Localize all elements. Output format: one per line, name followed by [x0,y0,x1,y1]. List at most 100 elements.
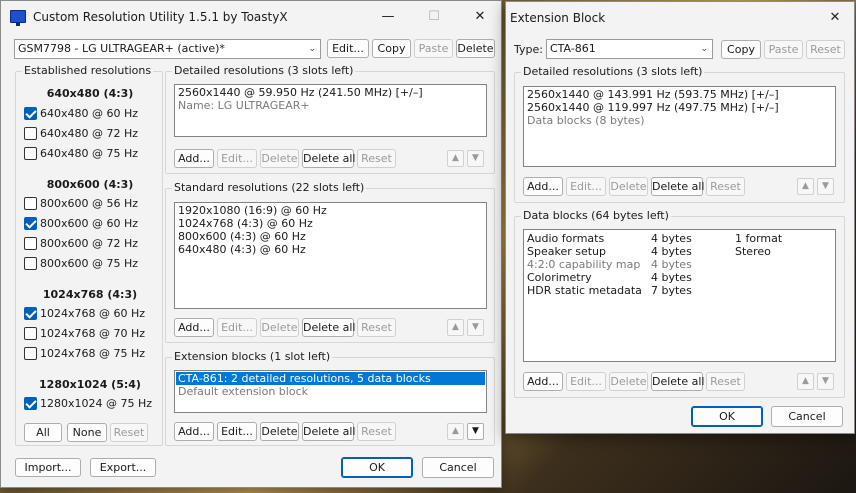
reset-button[interactable]: Reset [806,40,845,59]
reset-data-blocks-button[interactable]: Reset [706,372,745,391]
data-blocks-list[interactable]: Audio formats 4 bytes 1 format Speaker s… [523,229,836,362]
established-resolutions-group: Established resolutions 640x480 (4:3) 64… [15,64,163,446]
add-standard-button[interactable]: Add... [174,318,214,337]
delete-standard-button[interactable]: Delete [260,318,299,337]
paste-button[interactable]: Paste [414,39,453,58]
move-down-icon[interactable]: ▼ [817,178,834,195]
list-item[interactable]: 1024x768 (4:3) @ 60 Hz [178,217,483,230]
res-checkbox-1280x1024-75[interactable]: 1280x1024 @ 75 Hz [24,397,152,411]
reset-button[interactable]: Reset [110,423,148,442]
list-item[interactable]: Data blocks (8 bytes) [527,114,832,127]
delete-all-data-blocks-button[interactable]: Delete all [651,372,705,391]
close-button[interactable]: ✕ [812,2,856,34]
list-item[interactable]: 640x480 (4:3) @ 60 Hz [178,243,483,256]
ok-button[interactable]: OK [341,457,413,478]
checkbox-checked-icon [24,107,37,120]
move-down-icon[interactable]: ▼ [467,319,484,336]
move-down-icon[interactable]: ▼ [467,150,484,167]
checkbox-icon [24,327,37,340]
import-button[interactable]: Import... [15,458,81,477]
maximize-button[interactable]: ☐ [411,1,457,33]
delete-all-extension-button[interactable]: Delete all [302,422,356,441]
table-row[interactable]: Audio formats 4 bytes 1 format [527,232,827,245]
delete-all-ext-detailed-button[interactable]: Delete all [651,177,705,196]
type-select[interactable]: CTA-861 ⌄ [546,39,713,59]
detailed-resolutions-list[interactable]: 2560x1440 @ 59.950 Hz (241.50 MHz) [+/–]… [174,84,487,137]
res-checkbox-800x600-60[interactable]: 800x600 @ 60 Hz [24,217,138,231]
res-checkbox-640x480-60[interactable]: 640x480 @ 60 Hz [24,107,138,121]
res-checkbox-1024x768-75[interactable]: 1024x768 @ 75 Hz [24,347,145,361]
move-up-icon[interactable]: ▲ [447,423,464,440]
res-checkbox-640x480-72[interactable]: 640x480 @ 72 Hz [24,127,138,141]
monitor-select[interactable]: GSM7798 - LG ULTRAGEAR+ (active)* ⌄ [14,39,321,59]
res-group-header: 800x600 (4:3) [46,178,134,191]
main-window: Custom Resolution Utility 1.5.1 by Toast… [0,0,502,488]
main-titlebar[interactable]: Custom Resolution Utility 1.5.1 by Toast… [1,1,501,33]
cancel-button[interactable]: Cancel [422,457,494,478]
reset-ext-detailed-button[interactable]: Reset [706,177,745,196]
list-item[interactable]: Name: LG ULTRAGEAR+ [178,99,483,112]
reset-extension-button[interactable]: Reset [357,422,396,441]
edit-standard-button[interactable]: Edit... [217,318,257,337]
edit-monitor-button[interactable]: Edit... [327,39,369,58]
list-item-selected[interactable]: CTA-861: 2 detailed resolutions, 5 data … [176,372,485,385]
cancel-button[interactable]: Cancel [771,406,843,427]
ext-detailed-resolutions-list[interactable]: 2560x1440 @ 143.991 Hz (593.75 MHz) [+/–… [523,86,836,167]
none-button[interactable]: None [67,423,107,442]
copy-button[interactable]: Copy [721,40,761,59]
res-checkbox-800x600-56[interactable]: 800x600 @ 56 Hz [24,197,138,211]
res-checkbox-800x600-75[interactable]: 800x600 @ 75 Hz [24,257,138,271]
delete-all-detailed-button[interactable]: Delete all [302,149,356,168]
table-row[interactable]: HDR static metadata 7 bytes [527,284,827,297]
delete-data-block-button[interactable]: Delete [609,372,648,391]
type-label: Type: [514,43,543,56]
extension-blocks-list[interactable]: CTA-861: 2 detailed resolutions, 5 data … [174,370,487,413]
reset-standard-button[interactable]: Reset [357,318,396,337]
list-item[interactable]: 2560x1440 @ 143.991 Hz (593.75 MHz) [+/–… [527,88,832,101]
checkbox-icon [24,197,37,210]
add-ext-detailed-button[interactable]: Add... [523,177,563,196]
move-up-icon[interactable]: ▲ [447,319,464,336]
add-detailed-button[interactable]: Add... [174,149,214,168]
move-up-icon[interactable]: ▲ [797,373,814,390]
delete-detailed-button[interactable]: Delete [260,149,299,168]
move-up-icon[interactable]: ▲ [447,150,464,167]
copy-button[interactable]: Copy [372,39,411,58]
close-button[interactable]: ✕ [457,1,503,33]
list-item[interactable]: 800x600 (4:3) @ 60 Hz [178,230,483,243]
list-item[interactable]: 2560x1440 @ 119.997 Hz (497.75 MHz) [+/–… [527,101,832,114]
res-checkbox-1024x768-70[interactable]: 1024x768 @ 70 Hz [24,327,145,341]
edit-ext-detailed-button[interactable]: Edit... [566,177,606,196]
move-down-icon[interactable]: ▼ [467,423,484,440]
list-item[interactable]: 1920x1080 (16:9) @ 60 Hz [178,204,483,217]
list-item[interactable]: 2560x1440 @ 59.950 Hz (241.50 MHz) [+/–] [178,86,483,99]
add-data-block-button[interactable]: Add... [523,372,563,391]
checkbox-icon [24,147,37,160]
standard-resolutions-list[interactable]: 1920x1080 (16:9) @ 60 Hz 1024x768 (4:3) … [174,202,487,309]
ok-button[interactable]: OK [691,406,763,427]
export-button[interactable]: Export... [90,458,156,477]
delete-button[interactable]: Delete [456,39,495,58]
extension-titlebar[interactable]: Extension Block ✕ [506,2,854,34]
edit-data-block-button[interactable]: Edit... [566,372,606,391]
table-row[interactable]: Speaker setup 4 bytes Stereo [527,245,827,258]
table-row[interactable]: 4:2:0 capability map 4 bytes [527,258,827,271]
delete-extension-button[interactable]: Delete [260,422,299,441]
list-item[interactable]: Default extension block [178,385,483,398]
res-checkbox-1024x768-60[interactable]: 1024x768 @ 60 Hz [24,307,145,321]
all-button[interactable]: All [24,423,62,442]
reset-detailed-button[interactable]: Reset [357,149,396,168]
res-checkbox-640x480-75[interactable]: 640x480 @ 75 Hz [24,147,138,161]
add-extension-button[interactable]: Add... [174,422,214,441]
res-checkbox-800x600-72[interactable]: 800x600 @ 72 Hz [24,237,138,251]
checkbox-icon [24,127,37,140]
paste-button[interactable]: Paste [764,40,803,59]
move-up-icon[interactable]: ▲ [797,178,814,195]
delete-ext-detailed-button[interactable]: Delete [609,177,648,196]
delete-all-standard-button[interactable]: Delete all [302,318,356,337]
edit-extension-button[interactable]: Edit... [217,422,257,441]
move-down-icon[interactable]: ▼ [817,373,834,390]
table-row[interactable]: Colorimetry 4 bytes [527,271,827,284]
minimize-button[interactable]: — [365,1,411,33]
edit-detailed-button[interactable]: Edit... [217,149,257,168]
